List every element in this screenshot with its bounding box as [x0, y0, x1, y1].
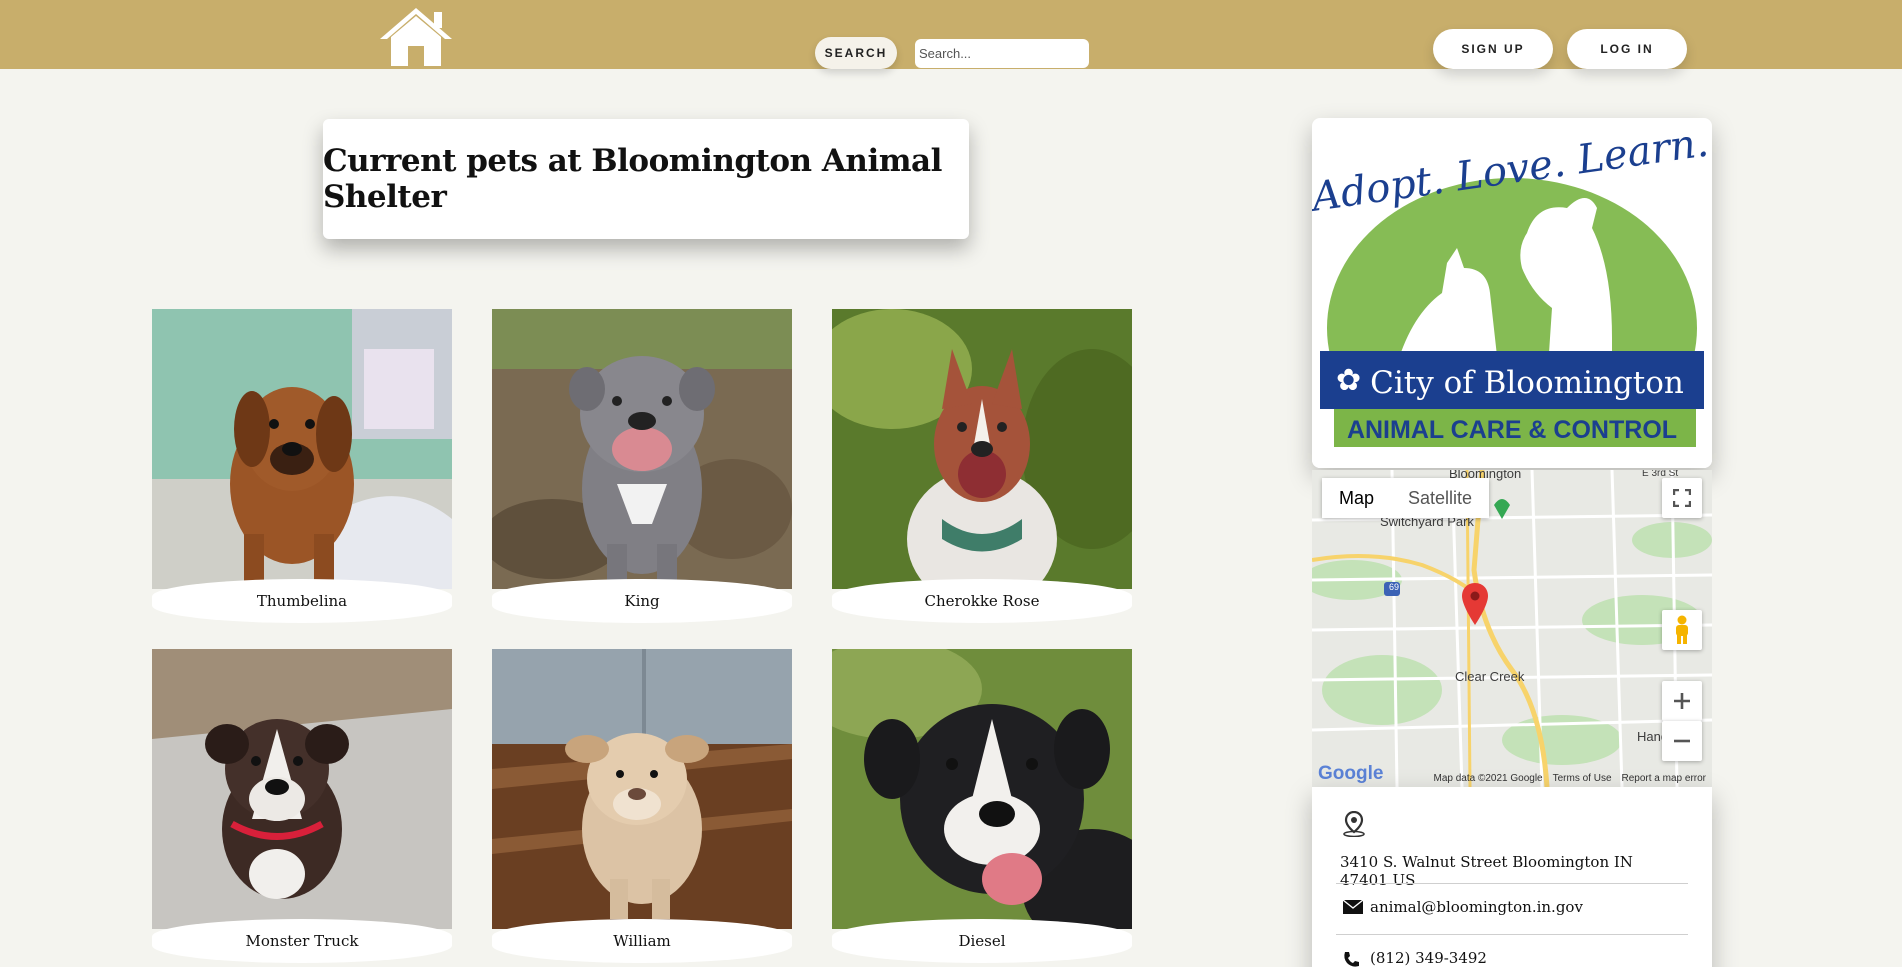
sign-up-button[interactable]: SIGN UP	[1433, 29, 1553, 69]
pet-name[interactable]: William	[492, 919, 792, 963]
map-type-toggle: Map Satellite	[1322, 478, 1490, 518]
pet-name[interactable]: Cherokke Rose	[832, 579, 1132, 623]
location-map[interactable]: Bloomington E 3rd St Switchyard Park 69 …	[1312, 470, 1712, 787]
pet-card[interactable]: Monster Truck	[152, 649, 452, 963]
page-title: Current pets at Bloomington Animal Shelt…	[323, 143, 942, 215]
zoom-in-icon[interactable]	[1662, 681, 1702, 721]
shelter-phone[interactable]: (812) 349-3492	[1370, 949, 1714, 967]
shelter-logo: Adopt. Love. Learn. ✿ City of Bloomingto…	[1312, 118, 1712, 468]
street-view-pegman-icon[interactable]	[1662, 610, 1702, 650]
pet-name[interactable]: Monster Truck	[152, 919, 452, 963]
pet-card[interactable]: Cherokke Rose	[832, 309, 1132, 623]
pet-photo[interactable]	[492, 649, 792, 929]
map-type-map-button[interactable]: Map	[1322, 478, 1392, 518]
pet-photo[interactable]	[152, 649, 452, 929]
map-label-highway: 69	[1388, 582, 1399, 592]
pet-card[interactable]: William	[492, 649, 792, 963]
map-data-attribution: Map data ©2021 Google	[1433, 772, 1543, 784]
map-marker-icon[interactable]	[1462, 583, 1488, 625]
pet-name[interactable]: King	[492, 579, 792, 623]
pet-card[interactable]: King	[492, 309, 792, 623]
zoom-out-icon[interactable]	[1662, 721, 1702, 761]
pet-photo[interactable]	[152, 309, 452, 589]
divider	[1336, 883, 1688, 884]
pet-card[interactable]: Thumbelina	[152, 309, 452, 623]
pet-name[interactable]: Thumbelina	[152, 579, 452, 623]
map-report-link[interactable]: Report a map error	[1622, 773, 1706, 784]
phone-icon	[1342, 951, 1360, 967]
logo-flower-icon: ✿	[1336, 364, 1361, 397]
shelter-email[interactable]: animal@bloomington.in.gov	[1370, 898, 1714, 916]
fullscreen-icon[interactable]	[1662, 478, 1702, 518]
top-navigation-bar: SEARCH SIGN UP LOG IN	[0, 0, 1902, 69]
logo-org-name: City of Bloomington	[1370, 365, 1684, 401]
map-footer: Map data ©2021 Google Terms of Use Repor…	[1312, 769, 1712, 787]
pet-name[interactable]: Diesel	[832, 919, 1132, 963]
log-in-button[interactable]: LOG IN	[1567, 29, 1687, 69]
page-title-card: Current pets at Bloomington Animal Shelt…	[323, 119, 969, 239]
contact-info-card: 3410 S. Walnut Street Bloomington IN 474…	[1312, 787, 1712, 967]
map-terms-link[interactable]: Terms of Use	[1553, 773, 1612, 784]
search-button[interactable]: SEARCH	[815, 37, 897, 69]
map-type-satellite-button[interactable]: Satellite	[1391, 478, 1490, 518]
pet-photo[interactable]	[832, 309, 1132, 589]
pet-card[interactable]: Diesel	[832, 649, 1132, 963]
logo-department: ANIMAL CARE & CONTROL	[1347, 416, 1677, 444]
map-label-clear-creek: Clear Creek	[1455, 669, 1525, 684]
divider	[1336, 934, 1688, 935]
home-icon[interactable]	[378, 6, 454, 66]
location-pin-icon	[1342, 810, 1366, 841]
envelope-icon	[1342, 899, 1364, 919]
pet-photo[interactable]	[492, 309, 792, 589]
search-input[interactable]	[915, 39, 1089, 68]
pet-photo[interactable]	[832, 649, 1132, 929]
